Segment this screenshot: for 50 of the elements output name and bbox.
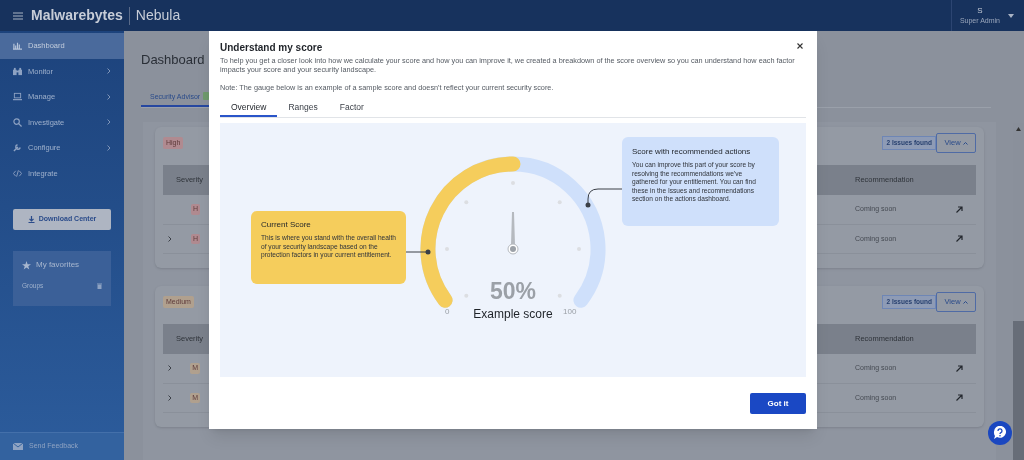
logo: Malwarebytes <box>31 6 123 25</box>
laptop-icon <box>13 92 22 102</box>
caret-up-icon <box>962 300 968 304</box>
arrow-up-right-icon[interactable] <box>956 205 963 213</box>
chevron-right-icon <box>107 68 111 75</box>
chevron-right-icon[interactable] <box>168 365 173 372</box>
menu-icon[interactable] <box>13 11 23 20</box>
chevron-right-icon <box>107 93 111 100</box>
callout-title: Score with recommended actions <box>632 147 752 157</box>
leader-line <box>405 249 431 255</box>
dialog-tab[interactable]: Ranges <box>277 99 329 117</box>
dialog-title: Understand my score <box>220 42 323 54</box>
score-caption: Example score <box>472 307 554 322</box>
chevron-right-icon <box>107 119 111 126</box>
star-icon <box>22 260 31 270</box>
count-badge <box>203 92 210 100</box>
close-icon <box>797 43 803 49</box>
caret-icon <box>1008 13 1014 18</box>
score-value: 50% <box>488 278 537 304</box>
search-icon <box>13 117 22 127</box>
chevron-right-icon[interactable] <box>168 394 173 401</box>
binoculars-icon <box>13 66 22 76</box>
gauge-needle <box>507 211 519 255</box>
callout-title: Current Score <box>261 220 312 230</box>
chart-icon <box>13 41 22 51</box>
arrow-up-right-icon[interactable] <box>956 235 963 243</box>
got-it-button[interactable]: Got it <box>750 393 806 414</box>
gauge-max-label: 100 <box>563 306 577 318</box>
code-icon <box>13 168 22 178</box>
caret-up-icon <box>962 141 968 145</box>
wrench-icon <box>13 143 22 153</box>
dialog-tab[interactable]: Overview <box>220 99 278 117</box>
page-title: Dashboard <box>141 52 205 68</box>
favorites-title: My favorites <box>36 259 80 271</box>
arrow-up-right-icon[interactable] <box>956 394 963 402</box>
chevron-right-icon <box>107 144 111 151</box>
chevron-right-icon[interactable] <box>168 235 173 242</box>
download-icon <box>27 216 35 223</box>
leader-line <box>585 188 623 208</box>
help-icon <box>993 426 1007 440</box>
user-initial: S <box>977 6 983 16</box>
gauge-min-label: 0 <box>445 306 450 318</box>
mail-icon <box>13 443 23 450</box>
scrollbar-thumb[interactable] <box>1013 321 1024 460</box>
arrow-up-right-icon[interactable] <box>956 364 963 372</box>
app-name: Nebula <box>135 6 181 25</box>
scroll-up-icon[interactable] <box>1016 127 1021 131</box>
help-button[interactable] <box>988 421 1012 445</box>
trash-icon[interactable] <box>97 282 102 289</box>
dialog-tab[interactable]: Factor <box>328 99 375 117</box>
